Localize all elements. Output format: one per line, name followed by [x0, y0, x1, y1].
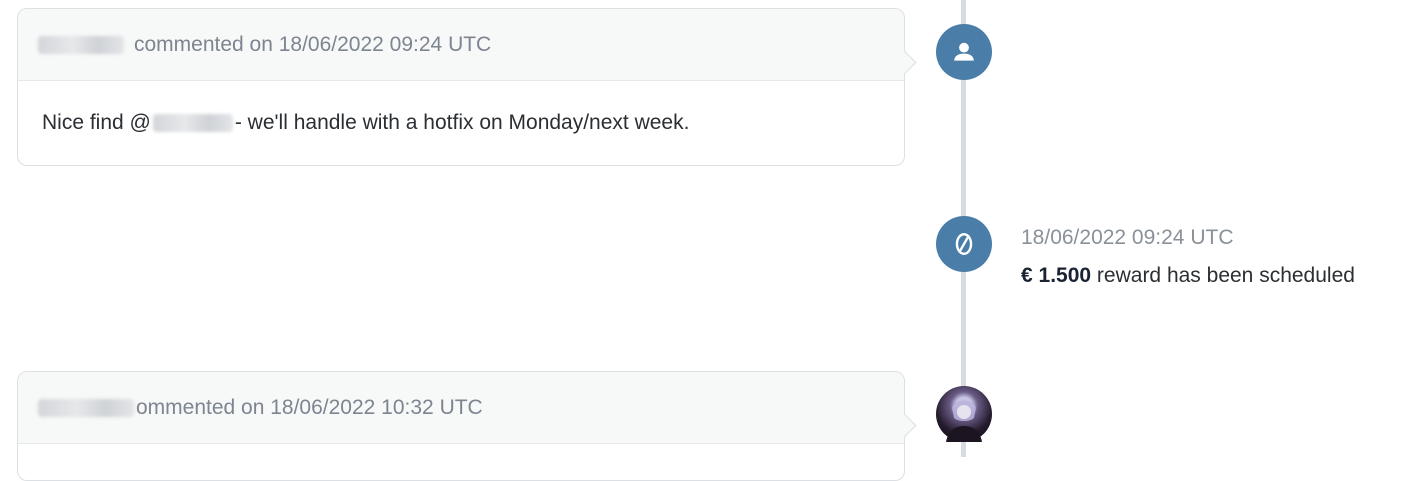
- comment-card: commented on 18/06/2022 09:24 UTC Nice f…: [17, 8, 917, 166]
- reward-icon: [955, 233, 973, 255]
- comment-text-prefix: Nice find @: [42, 111, 151, 134]
- reward-icon-node: [936, 216, 992, 272]
- card-pointer: [892, 50, 917, 75]
- event-timestamp: 18/06/2022 09:24 UTC: [1021, 226, 1234, 249]
- card-pointer: [892, 413, 917, 438]
- reward-text: reward has been scheduled: [1096, 264, 1355, 287]
- user-icon: [954, 42, 974, 61]
- redacted-mention[interactable]: [152, 114, 233, 133]
- comment-header: ommented on 18/06/2022 10:32 UTC: [18, 372, 917, 444]
- comment-meta: ommented on 18/06/2022 10:32 UTC: [136, 395, 483, 419]
- user-icon-node: [936, 24, 992, 80]
- redacted-username: [38, 35, 124, 54]
- redacted-username: [38, 398, 134, 417]
- comment-card: ommented on 18/06/2022 10:32 UTC: [17, 371, 917, 481]
- comment-body: Nice find @ - we'll handle with a hotfix …: [18, 81, 904, 161]
- comment-meta: commented on 18/06/2022 09:24 UTC: [134, 32, 492, 56]
- avatar-image: [946, 400, 982, 442]
- event-description: € 1.500 reward has been scheduled: [1021, 264, 1355, 288]
- avatar[interactable]: [936, 386, 992, 442]
- comment-header: commented on 18/06/2022 09:24 UTC: [18, 9, 917, 81]
- comment-text-suffix: - we'll handle with a hotfix on Monday/n…: [234, 111, 690, 134]
- reward-amount: € 1.500: [1021, 264, 1092, 287]
